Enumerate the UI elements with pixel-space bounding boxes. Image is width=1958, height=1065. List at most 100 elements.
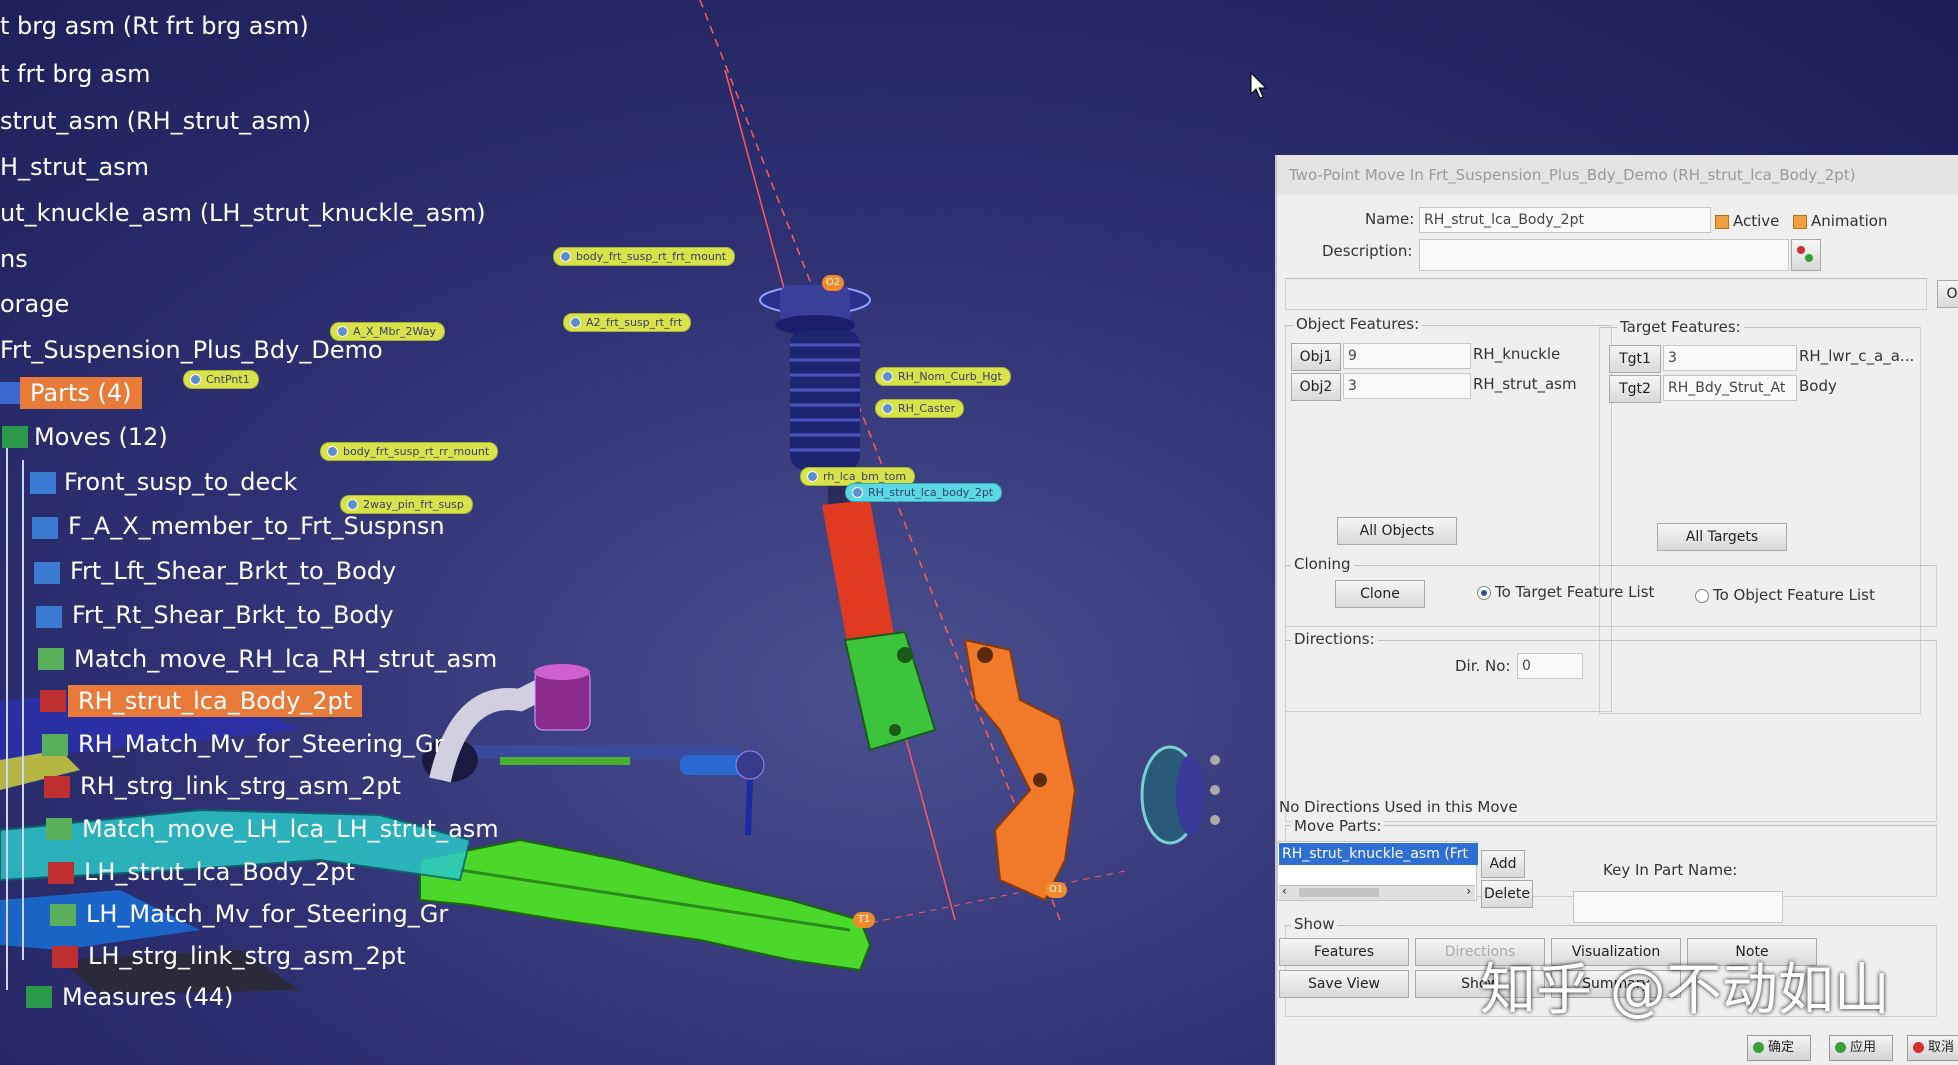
active-checkbox[interactable] [1715,215,1729,229]
features-button[interactable]: Features [1279,938,1409,966]
description-color-button[interactable] [1791,239,1821,271]
o-button[interactable]: O [1937,280,1958,308]
obj2-field[interactable]: 3 [1343,373,1471,399]
tgt2-field[interactable]: RH_Bdy_Strut_At [1663,375,1797,401]
obj1-button[interactable]: Obj1 [1291,343,1341,371]
add-button[interactable]: Add [1481,850,1525,878]
tree-item[interactable]: ut_knuckle_asm (LH_strut_knuckle_asm) [0,199,486,227]
feature-label[interactable]: body_frt_susp_rt_rr_mount [320,442,499,461]
no-directions-text: No Directions Used in this Move [1279,798,1518,816]
watermark: 知乎 @不动如山 [1480,958,1890,1023]
tgt1-name: RH_lwr_c_a_a... [1799,347,1915,365]
tree-item-moves[interactable]: Moves (12) [34,423,168,451]
key-in-label: Key In Part Name: [1603,861,1738,879]
scroll-left-icon[interactable]: ‹ [1282,884,1287,898]
name-label: Name: [1365,210,1415,228]
tgt1-button[interactable]: Tgt1 [1609,345,1661,373]
marker-t1[interactable]: T1 [853,912,875,928]
obj2-name: RH_strut_asm [1473,375,1577,393]
tree-item-move[interactable]: RH_strg_link_strg_asm_2pt [80,772,401,800]
tree-connector [22,460,24,960]
animation-label: Animation [1811,212,1888,230]
color-dot-icon [1805,254,1813,262]
feature-label-selected[interactable]: RH_strut_lca_body_2pt [845,483,1003,502]
to-object-radio[interactable] [1695,589,1709,603]
feature-label[interactable]: RH_Nom_Curb_Hgt [875,367,1011,386]
header-separator [1285,278,1927,310]
two-point-move-dialog: Two-Point Move In Frt_Suspension_Plus_Bd… [1275,155,1958,1065]
animation-checkbox[interactable] [1793,215,1807,229]
scroll-thumb[interactable] [1299,888,1379,897]
show-label: Show [1291,915,1338,933]
tree-item-move[interactable]: Frt_Lft_Shear_Brkt_to_Body [70,557,396,585]
feature-label[interactable]: A2_frt_susp_rt_frt [563,313,692,332]
color-dot-icon [1797,246,1805,254]
object-features-label: Object Features: [1293,315,1423,333]
delete-button[interactable]: Delete [1481,880,1533,908]
apply-button[interactable]: 应用 [1829,1035,1893,1061]
tree-item[interactable]: t brg asm (Rt frt brg asm) [0,12,309,40]
move-icon [32,517,58,539]
move-parts-list-item[interactable]: RH_strut_knuckle_asm (Frt [1279,843,1478,865]
marker-o2[interactable]: O2 [822,275,844,291]
tree-item-move[interactable]: Match_move_RH_lca_RH_strut_asm [74,645,497,673]
name-field[interactable]: RH_strut_lca_Body_2pt [1419,207,1711,233]
all-targets-button[interactable]: All Targets [1657,523,1787,551]
feature-label[interactable]: body_frt_susp_rt_frt_mount [553,247,736,266]
tree-item-move-selected[interactable]: RH_strut_lca_Body_2pt [68,685,363,717]
tree-item-move[interactable]: LH_strg_link_strg_asm_2pt [88,942,406,970]
tree-item[interactable]: Frt_Suspension_Plus_Bdy_Demo [0,336,383,364]
tree-connector [6,440,8,990]
feature-label[interactable]: CntPnt1 [183,370,259,389]
dialog-title[interactable]: Two-Point Move In Frt_Suspension_Plus_Bd… [1277,155,1958,195]
match-move-icon [50,904,76,926]
tree-item[interactable]: orage [0,290,69,318]
cancel-button[interactable]: 取消 [1907,1035,1958,1061]
tree-item-parts[interactable]: Parts (4) [20,377,142,409]
tree-item-move[interactable]: LH_strut_lca_Body_2pt [84,858,355,886]
marker-o1[interactable]: O1 [1045,882,1067,898]
move-icon [34,562,60,584]
tree-item[interactable]: ns [0,245,28,273]
all-objects-button[interactable]: All Objects [1337,517,1457,545]
obj1-name: RH_knuckle [1473,345,1561,363]
save-view-button[interactable]: Save View [1279,970,1409,998]
match-move-icon [42,734,68,756]
to-target-radio[interactable] [1477,586,1491,600]
move-parts-label: Move Parts: [1291,817,1385,835]
to-object-label: To Object Feature List [1713,586,1875,604]
obj2-button[interactable]: Obj2 [1291,373,1341,401]
dir-no-label: Dir. No: [1455,657,1511,675]
tgt1-field[interactable]: 3 [1663,345,1797,371]
tree-item[interactable]: t frt brg asm [0,60,151,88]
tree-item-move[interactable]: RH_Match_Mv_for_Steering_Gr [78,730,443,758]
two-point-move-icon [48,862,74,884]
tgt2-name: Body [1799,377,1837,395]
tree-item[interactable]: H_strut_asm [0,153,149,181]
clone-button[interactable]: Clone [1335,580,1425,608]
key-in-field[interactable] [1573,891,1783,923]
dir-no-field[interactable]: 0 [1517,653,1583,679]
target-features-label: Target Features: [1617,318,1744,336]
move-icon [36,606,62,628]
cloning-label: Cloning [1291,555,1354,573]
obj1-field[interactable]: 9 [1343,343,1471,369]
tgt2-button[interactable]: Tgt2 [1609,375,1661,403]
scroll-right-icon[interactable]: › [1466,884,1471,898]
axis-line [699,0,1061,921]
list-scrollbar[interactable]: ‹ › [1279,884,1475,900]
tree-item-move[interactable]: Frt_Rt_Shear_Brkt_to_Body [72,601,394,629]
tree-item-move[interactable]: LH_Match_Mv_for_Steering_Gr [86,900,448,928]
tree-item-move[interactable]: Match_move_LH_lca_LH_strut_asm [82,815,499,843]
tree-item-move[interactable]: Front_susp_to_deck [64,468,297,496]
tree-item-move[interactable]: F_A_X_member_to_Frt_Suspnsn [68,512,445,540]
description-field[interactable] [1419,239,1789,271]
tree-item-measures[interactable]: Measures (44) [62,983,233,1011]
damper-red [822,500,895,648]
ok-button[interactable]: 确定 [1747,1035,1811,1061]
measures-icon [26,986,52,1008]
moves-icon [2,426,28,448]
tree-item[interactable]: strut_asm (RH_strut_asm) [0,107,311,135]
to-target-label: To Target Feature List [1495,583,1655,601]
feature-label[interactable]: RH_Caster [875,399,965,418]
